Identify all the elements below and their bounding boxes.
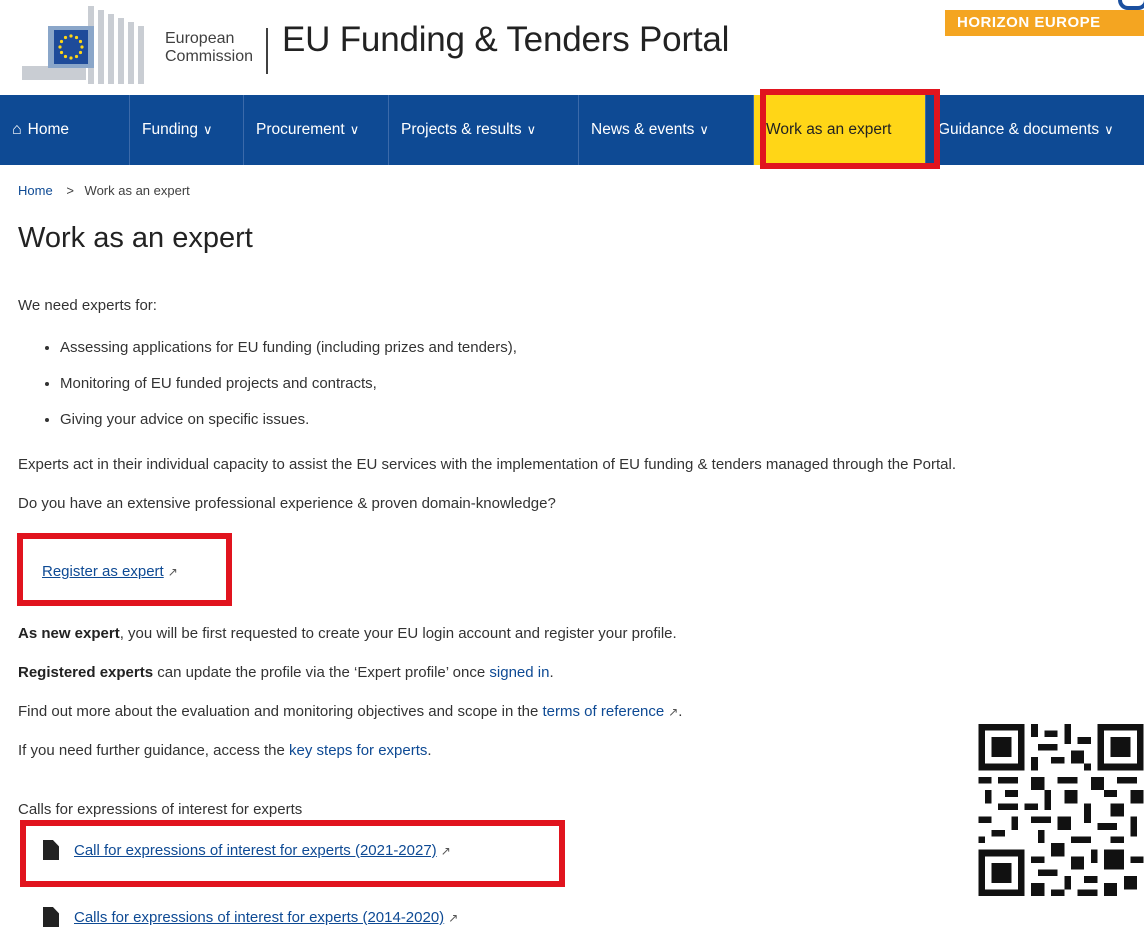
nav-projects-label: Projects & results bbox=[401, 121, 522, 138]
european-commission-logo[interactable] bbox=[18, 6, 150, 84]
nav-guidance-label: Guidance & documents bbox=[938, 121, 1100, 138]
chevron-down-icon: ∨ bbox=[203, 122, 213, 137]
capacity-text: Experts act in their individual capacity… bbox=[18, 456, 956, 473]
external-link-icon: ↗ bbox=[668, 705, 679, 719]
call-2014-row: Calls for expressions of interest for ex… bbox=[74, 909, 458, 926]
registered-bold: Registered experts bbox=[18, 664, 154, 681]
calls-heading: Calls for expressions of interest for ex… bbox=[18, 801, 303, 818]
nav-projects-results[interactable]: Projects & results ∨ bbox=[389, 95, 579, 165]
guidance-pre: If you need further guidance, access the bbox=[18, 742, 290, 759]
nav-home-label: Home bbox=[27, 121, 70, 138]
signed-in-link[interactable]: signed in bbox=[489, 664, 549, 681]
nav-funding-label: Funding bbox=[142, 121, 199, 138]
nav-guidance-documents[interactable]: Guidance & documents ∨ bbox=[926, 95, 1144, 165]
register-row: Register as expert ↗ bbox=[42, 563, 178, 580]
new-expert-bold: As new expert bbox=[18, 625, 120, 642]
external-link-icon: ↗ bbox=[448, 911, 459, 925]
terms-period: . bbox=[678, 703, 683, 720]
nav-procurement[interactable]: Procurement ∨ bbox=[244, 95, 389, 165]
key-steps-link[interactable]: key steps for experts bbox=[289, 742, 427, 759]
registered-experts-text: Registered experts can update the profil… bbox=[18, 664, 554, 681]
breadcrumb-home-link[interactable]: Home bbox=[18, 183, 53, 198]
call-2021-row: Call for expressions of interest for exp… bbox=[74, 842, 451, 859]
nav-expert-label: Work as an expert bbox=[766, 121, 892, 138]
call-2014-2020-link[interactable]: Calls for expressions of interest for ex… bbox=[74, 909, 444, 926]
guidance-period: . bbox=[427, 742, 432, 759]
question-text: Do you have an extensive professional ex… bbox=[18, 495, 556, 512]
document-icon bbox=[43, 840, 59, 860]
logo-wordmark: European Commission bbox=[165, 30, 253, 66]
list-item: Giving your advice on specific issues. bbox=[60, 412, 517, 448]
logo-divider bbox=[266, 28, 268, 74]
guidance-text: If you need further guidance, access the… bbox=[18, 742, 432, 759]
nav-news-events[interactable]: News & events ∨ bbox=[579, 95, 754, 165]
chevron-down-icon: ∨ bbox=[1104, 122, 1114, 137]
nav-news-label: News & events bbox=[591, 121, 695, 138]
logo-line-2: Commission bbox=[165, 48, 254, 65]
external-link-icon: ↗ bbox=[440, 844, 451, 858]
nav-procurement-label: Procurement bbox=[256, 121, 345, 138]
registered-period: . bbox=[549, 664, 554, 681]
list-item: Assessing applications for EU funding (i… bbox=[60, 340, 517, 376]
call-2021-2027-link[interactable]: Call for expressions of interest for exp… bbox=[74, 842, 437, 859]
chevron-down-icon: ∨ bbox=[526, 122, 537, 137]
logo-line-1: European bbox=[165, 30, 235, 47]
needs-list: Assessing applications for EU funding (i… bbox=[42, 340, 517, 448]
intro-text: We need experts for: bbox=[18, 297, 157, 314]
horizon-europe-badge: HORIZON EUROPE bbox=[945, 10, 1144, 36]
main-navigation: ⌂ Home Funding ∨ Procurement ∨ Projects … bbox=[0, 95, 1144, 165]
terms-of-reference-link[interactable]: terms of reference bbox=[543, 703, 665, 720]
list-item: Monitoring of EU funded projects and con… bbox=[60, 376, 517, 412]
registered-rest: can update the profile via the ‘Expert p… bbox=[153, 664, 490, 681]
new-expert-text: As new expert, you will be first request… bbox=[18, 625, 677, 642]
horizon-europe-swirl-icon bbox=[1118, 0, 1144, 10]
breadcrumb: Home > Work as an expert bbox=[18, 183, 190, 198]
external-link-icon: ↗ bbox=[167, 565, 178, 579]
terms-pre: Find out more about the evaluation and m… bbox=[18, 703, 543, 720]
nav-work-as-expert[interactable]: Work as an expert bbox=[754, 95, 926, 165]
register-as-expert-link[interactable]: Register as expert bbox=[42, 563, 164, 580]
nav-funding[interactable]: Funding ∨ bbox=[130, 95, 244, 165]
portal-title[interactable]: EU Funding & Tenders Portal bbox=[282, 20, 729, 60]
terms-text: Find out more about the evaluation and m… bbox=[18, 703, 682, 720]
new-expert-rest: , you will be first requested to create … bbox=[119, 625, 677, 642]
qr-code bbox=[978, 724, 1144, 896]
chevron-down-icon: ∨ bbox=[349, 122, 360, 137]
chevron-down-icon: ∨ bbox=[699, 122, 709, 137]
breadcrumb-current: Work as an expert bbox=[84, 183, 190, 198]
nav-home[interactable]: ⌂ Home bbox=[0, 95, 130, 165]
home-icon: ⌂ bbox=[12, 121, 22, 138]
page-title: Work as an expert bbox=[18, 222, 253, 254]
document-icon bbox=[43, 907, 59, 927]
breadcrumb-separator: > bbox=[66, 183, 74, 198]
